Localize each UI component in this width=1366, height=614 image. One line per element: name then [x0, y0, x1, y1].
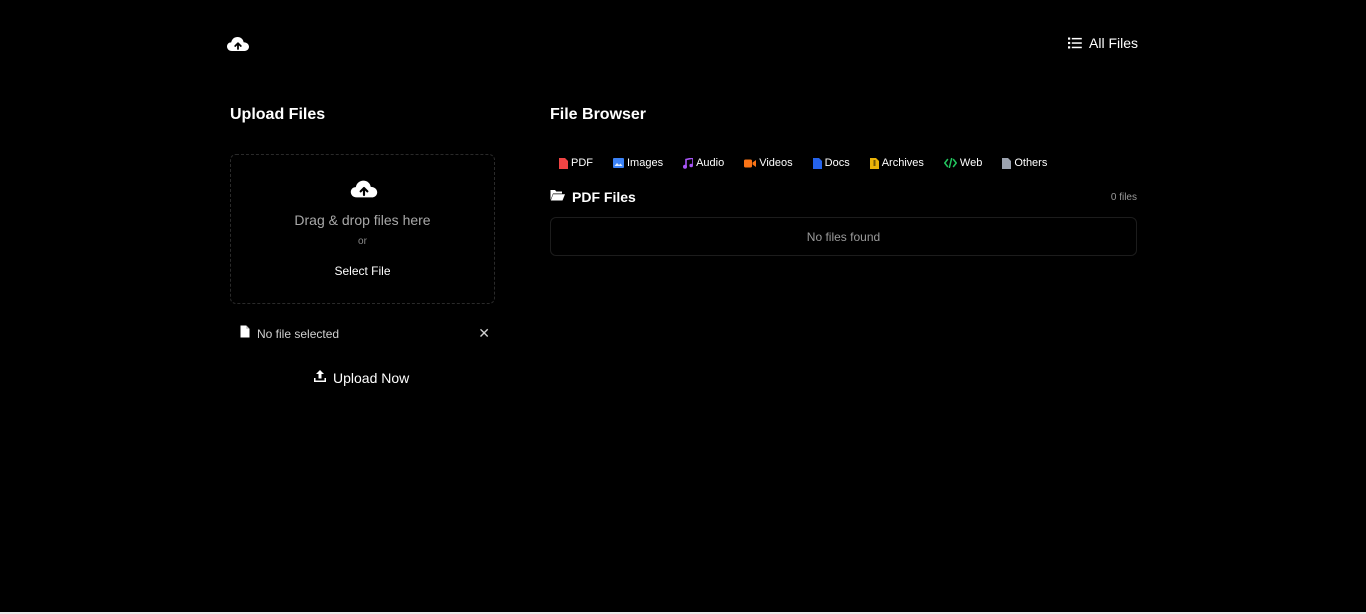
- video-icon: [744, 159, 757, 168]
- tab-label: Videos: [759, 157, 793, 169]
- tab-label: Audio: [696, 157, 725, 169]
- archive-icon: [869, 157, 879, 169]
- tab-label: Images: [627, 157, 664, 169]
- upload-now-label: Upload Now: [333, 370, 410, 386]
- dropzone[interactable]: Drag & drop files here or Select File: [230, 154, 495, 304]
- tab-label: Others: [1014, 157, 1048, 169]
- list-icon: [1068, 37, 1082, 49]
- cloud-upload-icon[interactable]: [226, 34, 250, 54]
- image-icon: [613, 158, 624, 168]
- tab-archives[interactable]: Archives: [864, 155, 930, 171]
- tab-label: Web: [959, 157, 983, 169]
- dropzone-text: Drag & drop files here: [294, 212, 431, 228]
- page: All Files Upload Files Drag & drop files…: [0, 0, 1366, 614]
- upload-title: Upload Files: [230, 106, 326, 123]
- category-tabs: PDF Images Audio Videos Docs Archives We…: [553, 155, 1053, 171]
- tab-others[interactable]: Others: [996, 155, 1053, 171]
- code-icon: [943, 158, 957, 168]
- select-file-button[interactable]: Select File: [231, 264, 494, 278]
- document-icon: [812, 157, 822, 169]
- file-status: No file selected: [257, 327, 340, 341]
- tab-videos[interactable]: Videos: [738, 155, 798, 171]
- music-icon: [683, 157, 694, 169]
- tab-label: Archives: [881, 157, 924, 169]
- tab-label: PDF: [571, 157, 593, 169]
- selected-file-row: No file selected ✕: [240, 325, 490, 343]
- tab-pdf[interactable]: PDF: [553, 155, 599, 171]
- tab-images[interactable]: Images: [607, 155, 669, 171]
- tab-docs[interactable]: Docs: [807, 155, 856, 171]
- file-list: No files found: [550, 217, 1137, 256]
- pdf-icon: [559, 157, 568, 169]
- tab-label: Docs: [824, 157, 850, 169]
- all-files-button[interactable]: All Files: [1068, 34, 1138, 52]
- empty-message: No files found: [806, 229, 881, 244]
- file-icon: [1002, 157, 1012, 169]
- clear-file-button[interactable]: ✕: [478, 325, 490, 341]
- folder-open-icon: [550, 188, 565, 206]
- dropzone-or: or: [358, 236, 367, 247]
- cloud-upload-icon: [348, 177, 380, 206]
- upload-icon: [313, 369, 327, 388]
- section-title: PDF Files: [572, 189, 636, 205]
- file-count: 0 files: [1110, 191, 1137, 203]
- browser-title: File Browser: [550, 106, 647, 123]
- section-header: PDF Files 0 files: [550, 188, 1137, 206]
- upload-now-button[interactable]: Upload Now: [313, 369, 409, 387]
- tab-web[interactable]: Web: [938, 155, 988, 171]
- file-icon: [240, 325, 250, 343]
- tab-audio[interactable]: Audio: [677, 155, 730, 171]
- all-files-label: All Files: [1089, 35, 1139, 51]
